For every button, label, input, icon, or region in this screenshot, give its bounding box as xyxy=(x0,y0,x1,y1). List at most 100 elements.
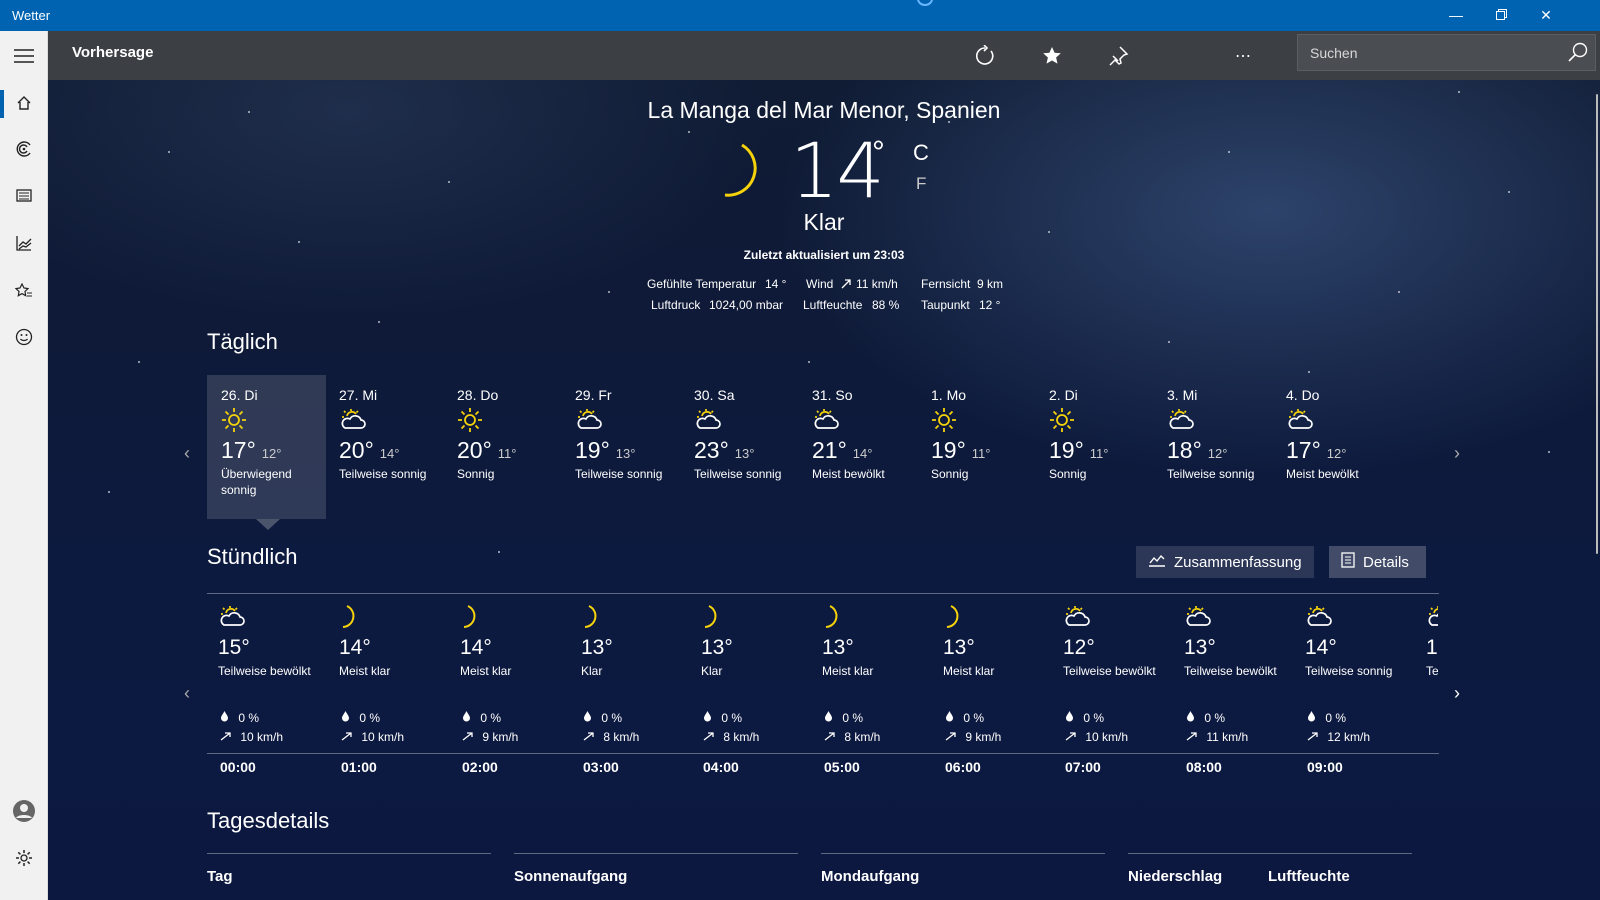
wind-arrow-icon xyxy=(341,730,352,744)
search-input[interactable] xyxy=(1298,35,1558,70)
sunny-icon xyxy=(931,407,1022,433)
hour-description: Teilweise sonnig xyxy=(1305,664,1393,678)
pin-to-start-icon[interactable] xyxy=(1098,40,1138,72)
moon-icon xyxy=(339,604,458,630)
window-title: Wetter xyxy=(12,8,51,23)
hourly-forecast-item[interactable]: 13° Meist klar 0 % 9 km/h 06:00 xyxy=(943,604,1062,775)
wind-arrow-icon xyxy=(462,730,473,744)
search-box[interactable] xyxy=(1297,34,1596,71)
unit-fahrenheit-toggle[interactable]: F xyxy=(916,174,926,194)
hour-temp: 13° xyxy=(943,636,975,659)
feedback-smiley-icon[interactable] xyxy=(0,317,48,357)
hour-precipitation: 0 % xyxy=(1204,711,1226,725)
hourly-forecast-item[interactable]: 14° Meist klar 0 % 9 km/h 02:00 xyxy=(460,604,579,775)
hamburger-menu-icon[interactable] xyxy=(0,36,48,76)
daily-forecast-day[interactable]: 28. Do 20° 11° Sonnig xyxy=(443,375,562,519)
home-icon[interactable] xyxy=(0,83,48,123)
daily-section-title: Täglich xyxy=(207,329,278,354)
hour-precipitation: 0 % xyxy=(601,711,623,725)
wind-row: 8 km/h xyxy=(824,730,880,744)
day-low-temp: 12° xyxy=(261,446,282,461)
daily-next-arrow[interactable]: › xyxy=(1454,443,1460,464)
daily-forecast-day[interactable]: 30. Sa 23° 13° Teilweise sonnig xyxy=(680,375,799,519)
hour-description: Meist klar xyxy=(339,664,391,678)
summary-view-button[interactable]: Zusammenfassung xyxy=(1136,546,1314,578)
hour-temp: 13° xyxy=(581,636,613,659)
favorite-star-icon[interactable] xyxy=(1032,40,1072,72)
daily-forecast-day[interactable]: 27. Mi 20° 14° Teilweise sonnig xyxy=(325,375,444,519)
historical-chart-icon[interactable] xyxy=(0,223,48,263)
day-high-temp: 18° xyxy=(1167,437,1202,463)
last-updated: Zuletzt aktualisiert um 23:03 xyxy=(743,248,905,262)
wind-arrow-icon xyxy=(824,730,835,744)
daily-forecast-day[interactable]: 1. Mo 19° 11° Sonnig xyxy=(917,375,1036,519)
radar-icon[interactable] xyxy=(0,129,48,169)
hour-time: 01:00 xyxy=(341,759,377,775)
hour-precipitation: 0 % xyxy=(842,711,864,725)
wind-arrow-icon xyxy=(703,730,714,744)
close-button[interactable]: ✕ xyxy=(1523,0,1569,31)
wind-row: 8 km/h xyxy=(583,730,639,744)
day-high-temp: 21° xyxy=(812,437,847,463)
day-details-col-precip: Niederschlag xyxy=(1128,868,1223,885)
wind-row: 11 km/h xyxy=(1186,730,1248,744)
hourly-forecast-item[interactable]: 14° Meist klar 0 % 10 km/h 01:00 xyxy=(339,604,458,775)
wind-arrow-icon xyxy=(1307,730,1318,744)
hourly-forecast-item[interactable]: 15° Teilweise bewölkt 0 % 10 km/h 00:00 xyxy=(218,604,337,775)
night-mode-moon-icon[interactable] xyxy=(1165,40,1205,72)
refresh-icon[interactable] xyxy=(965,40,1005,72)
hourly-prev-arrow[interactable]: ‹ xyxy=(184,683,190,704)
maximize-button[interactable] xyxy=(1478,0,1524,31)
unit-celsius-toggle[interactable]: C xyxy=(913,140,929,166)
hourly-forecast-item[interactable]: 14° Teilweise sonnig 0 % 12 km/h 09:00 xyxy=(1305,604,1424,775)
partly-cloudy-icon xyxy=(1167,407,1258,433)
raindrop-icon xyxy=(462,711,471,725)
day-date: 4. Do xyxy=(1286,387,1320,403)
day-details-divider xyxy=(207,853,491,854)
favorites-icon[interactable] xyxy=(0,271,48,311)
day-date: 31. So xyxy=(812,387,853,403)
hour-description: Klar xyxy=(701,664,723,678)
more-options-icon[interactable]: ⋯ xyxy=(1223,40,1263,72)
daily-forecast-day[interactable]: 26. Di 17° 12° Überwiegend sonnig xyxy=(207,375,326,519)
daily-forecast-day[interactable]: 2. Di 19° 11° Sonnig xyxy=(1035,375,1154,519)
scrollbar-thumb[interactable] xyxy=(1596,94,1598,554)
daily-forecast-day[interactable]: 29. Fr 19° 13° Teilweise sonnig xyxy=(561,375,680,519)
account-icon[interactable] xyxy=(0,791,48,831)
news-icon[interactable] xyxy=(0,176,48,216)
details-view-button[interactable]: Details xyxy=(1329,546,1426,578)
wind-arrow-icon xyxy=(1186,730,1197,744)
hourly-forecast-item[interactable]: 12° Teilweise bewölkt 0 % 10 km/h 07:00 xyxy=(1063,604,1182,775)
daily-forecast-day[interactable]: 4. Do 17° 12° Meist bewölkt xyxy=(1272,375,1391,519)
moon-icon xyxy=(701,604,820,630)
day-description: Teilweise sonnig xyxy=(1167,467,1255,481)
day-date: 26. Di xyxy=(221,387,258,403)
day-date: 2. Di xyxy=(1049,387,1078,403)
day-details-col-humidity: Luftfeuchte xyxy=(1268,868,1350,885)
hour-wind: 8 km/h xyxy=(844,730,881,744)
hour-time: 02:00 xyxy=(462,759,498,775)
search-icon[interactable] xyxy=(1567,41,1589,68)
day-high-temp: 19° xyxy=(575,437,610,463)
daily-forecast-day[interactable]: 31. So 21° 14° Meist bewölkt xyxy=(798,375,917,519)
hourly-forecast-item[interactable]: 13° Klar 0 % 8 km/h 03:00 xyxy=(581,604,700,775)
day-details-col-day: Tag xyxy=(207,868,233,885)
day-high-temp: 19° xyxy=(931,437,966,463)
settings-gear-icon[interactable] xyxy=(0,838,48,878)
daily-prev-arrow[interactable]: ‹ xyxy=(184,443,190,464)
hour-description: Meist klar xyxy=(943,664,995,678)
hourly-forecast-item[interactable]: 1Te 10 xyxy=(1426,604,1438,678)
hourly-next-arrow[interactable]: › xyxy=(1454,683,1460,704)
daily-forecast-day[interactable]: 3. Mi 18° 12° Teilweise sonnig xyxy=(1153,375,1272,519)
hourly-forecast-item[interactable]: 13° Klar 0 % 8 km/h 04:00 xyxy=(701,604,820,775)
hourly-forecast-item[interactable]: 13° Meist klar 0 % 8 km/h 05:00 xyxy=(822,604,941,775)
hour-precipitation: 0 % xyxy=(238,711,260,725)
hourly-forecast-item[interactable]: 13° Teilweise bewölkt 0 % 11 km/h 08:00 xyxy=(1184,604,1303,775)
hour-description: Meist klar xyxy=(822,664,874,678)
hourly-section-title: Stündlich xyxy=(207,544,298,569)
hour-temp: 13° xyxy=(701,636,733,659)
raindrop-icon xyxy=(1065,711,1074,725)
left-navigation xyxy=(0,31,48,900)
wind-label: Wind xyxy=(806,277,834,291)
minimize-button[interactable]: — xyxy=(1433,0,1479,31)
